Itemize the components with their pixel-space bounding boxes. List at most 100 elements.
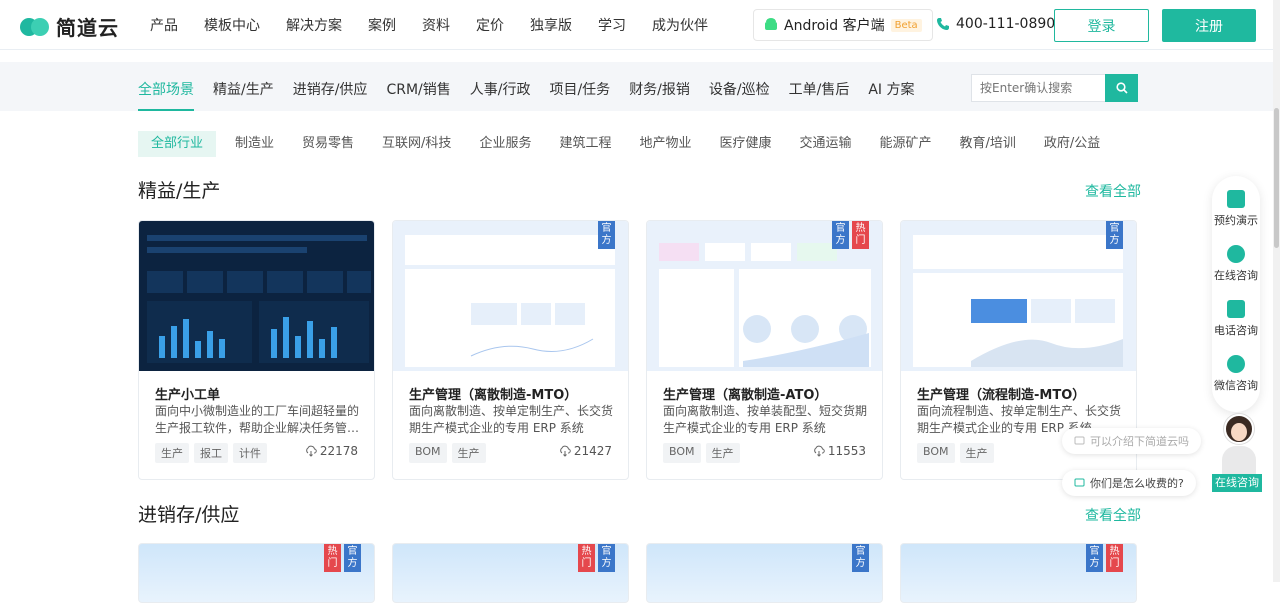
section-title-production: 精益/生产 <box>138 180 221 202</box>
industry-internet[interactable]: 互联网/科技 <box>382 131 451 157</box>
chat-bubble-icon <box>1074 478 1085 486</box>
tag: 报工 <box>194 443 228 463</box>
tab-equipment[interactable]: 设备/巡检 <box>709 79 770 99</box>
official-ribbon: 官方 <box>852 544 869 572</box>
nav-item-resources[interactable]: 资料 <box>422 15 450 35</box>
industry-government[interactable]: 政府/公益 <box>1044 131 1100 157</box>
search-button[interactable] <box>1105 74 1138 102</box>
template-thumbnail <box>139 221 374 371</box>
side-demo[interactable]: 预约演示 <box>1212 190 1260 228</box>
template-card[interactable]: 热门 官方 <box>138 543 375 603</box>
tag: BOM <box>917 443 955 463</box>
tab-ai[interactable]: AI 方案 <box>868 79 914 99</box>
nav-item-pricing[interactable]: 定价 <box>476 15 504 35</box>
tab-finance[interactable]: 财务/报销 <box>629 79 690 99</box>
scene-filter-bar: 全部场景 精益/生产 进销存/供应 CRM/销售 人事/行政 项目/任务 财务/… <box>0 62 1280 111</box>
tab-hr[interactable]: 人事/行政 <box>470 79 531 99</box>
side-wechat[interactable]: 微信咨询 <box>1212 355 1260 393</box>
online-consult-tag[interactable]: 在线咨询 <box>1212 474 1262 492</box>
template-card[interactable]: 官方 热门 <box>900 543 1137 603</box>
tab-inventory[interactable]: 进销存/供应 <box>293 79 368 99</box>
chat-icon <box>1227 245 1245 263</box>
template-card[interactable]: 官方 <box>646 543 883 603</box>
industry-realestate[interactable]: 地产物业 <box>639 131 691 157</box>
industry-manufacturing[interactable]: 制造业 <box>235 131 274 157</box>
download-number: 21427 <box>573 444 612 458</box>
search-input[interactable] <box>971 74 1105 102</box>
login-button[interactable]: 登录 <box>1054 9 1149 42</box>
tab-ticket[interactable]: 工单/售后 <box>789 79 850 99</box>
industry-construction[interactable]: 建筑工程 <box>559 131 611 157</box>
nav-item-product[interactable]: 产品 <box>150 15 178 35</box>
industry-trade[interactable]: 贸易零售 <box>302 131 354 157</box>
chat-prompt-pricing-text: 你们是怎么收费的? <box>1090 477 1184 490</box>
search-icon <box>1115 82 1128 94</box>
template-search <box>971 74 1138 102</box>
see-all-inventory[interactable]: 查看全部 <box>1085 505 1141 525</box>
android-client-button[interactable]: Android 客户端 Beta <box>753 9 933 41</box>
tab-lean-production[interactable]: 精益/生产 <box>213 79 274 99</box>
industry-transport[interactable]: 交通运输 <box>800 131 852 157</box>
industry-education[interactable]: 教育/培训 <box>960 131 1016 157</box>
tab-project[interactable]: 项目/任务 <box>549 79 610 99</box>
scrollbar[interactable] <box>1273 0 1280 582</box>
tab-all-scenes[interactable]: 全部场景 <box>138 79 194 111</box>
template-card[interactable]: 热门 官方 <box>392 543 629 603</box>
download-count: 21427 <box>559 444 612 458</box>
chat-prompt-intro[interactable]: 可以介绍下简道云吗 <box>1062 428 1201 454</box>
phone-text: 400-111-0890 <box>956 16 1056 32</box>
download-count: 11553 <box>813 444 866 458</box>
industry-filter: 全部行业 制造业 贸易零售 互联网/科技 企业服务 建筑工程 地产物业 医疗健康… <box>138 131 1128 157</box>
template-card[interactable]: 官方 热门 生产管理（离散制造-ATO） 面向离散制造、按单装配型、短交货期生产… <box>646 220 883 480</box>
chat-prompt-pricing[interactable]: 你们是怎么收费的? <box>1062 470 1196 496</box>
register-button[interactable]: 注册 <box>1162 9 1256 42</box>
tag: 计件 <box>233 443 267 463</box>
industry-enterprise[interactable]: 企业服务 <box>479 131 531 157</box>
tag: 生产 <box>705 443 740 463</box>
template-card[interactable]: 生产小工单 面向中小微制造业的工厂车间超轻量的生产报工软件，帮助企业解决任务管…… <box>138 220 375 480</box>
card-title: 生产管理（流程制造-MTO） <box>917 388 1086 403</box>
side-online[interactable]: 在线咨询 <box>1212 245 1260 283</box>
card-description: 面向离散制造、按单定制生产、长交货期生产模式企业的专用 ERP 系统 <box>409 404 614 435</box>
official-ribbon: 官方 <box>1106 221 1123 249</box>
side-phone[interactable]: 电话咨询 <box>1212 300 1260 338</box>
beta-badge: Beta <box>890 18 922 32</box>
official-ribbon: 官方 <box>344 544 361 572</box>
calendar-icon <box>1227 190 1245 208</box>
card-tags: 生产 报工 计件 <box>155 443 267 463</box>
nav-item-templates[interactable]: 模板中心 <box>204 15 260 35</box>
scrollbar-thumb[interactable] <box>1274 108 1279 248</box>
wechat-icon <box>1227 355 1245 373</box>
official-ribbon: 官方 <box>598 221 615 249</box>
android-client-label: Android 客户端 <box>784 18 885 34</box>
nav-item-cases[interactable]: 案例 <box>368 15 396 35</box>
nav-item-private[interactable]: 独享版 <box>530 15 572 35</box>
tag: 生产 <box>451 443 486 463</box>
phone-number[interactable]: 400-111-0890 <box>936 16 1055 32</box>
chat-prompt-intro-text: 可以介绍下简道云吗 <box>1090 435 1189 448</box>
nav-item-learn[interactable]: 学习 <box>598 15 626 35</box>
nav-item-solutions[interactable]: 解决方案 <box>286 15 342 35</box>
template-thumbnail <box>901 221 1136 371</box>
hot-ribbon: 热门 <box>852 221 869 249</box>
hot-ribbon: 热门 <box>1106 544 1123 572</box>
see-all-production[interactable]: 查看全部 <box>1085 181 1141 201</box>
hot-ribbon: 热门 <box>324 544 341 572</box>
side-phone-label: 电话咨询 <box>1214 324 1258 337</box>
download-number: 11553 <box>827 444 866 458</box>
industry-all[interactable]: 全部行业 <box>138 131 217 157</box>
industry-medical[interactable]: 医疗健康 <box>719 131 771 157</box>
logo[interactable]: 简道云 <box>20 12 119 41</box>
official-ribbon: 官方 <box>1086 544 1103 572</box>
card-title: 生产管理（离散制造-ATO） <box>663 388 828 403</box>
card-description: 面向离散制造、按单装配型、短交货期生产模式企业的专用 ERP 系统 <box>663 404 868 435</box>
chat-bubble-icon <box>1074 436 1085 444</box>
main-nav: 产品 模板中心 解决方案 案例 资料 定价 独享版 学习 成为伙伴 <box>150 0 734 50</box>
template-card[interactable]: 官方 生产管理（离散制造-MTO） 面向离散制造、按单定制生产、长交货期生产模式… <box>392 220 629 480</box>
side-toolbar: 预约演示 在线咨询 电话咨询 微信咨询 <box>1212 176 1260 412</box>
tab-crm[interactable]: CRM/销售 <box>386 79 450 99</box>
nav-item-partner[interactable]: 成为伙伴 <box>652 15 708 35</box>
industry-energy[interactable]: 能源矿产 <box>880 131 932 157</box>
card-title: 生产小工单 <box>155 388 221 403</box>
template-thumbnail <box>393 221 628 371</box>
